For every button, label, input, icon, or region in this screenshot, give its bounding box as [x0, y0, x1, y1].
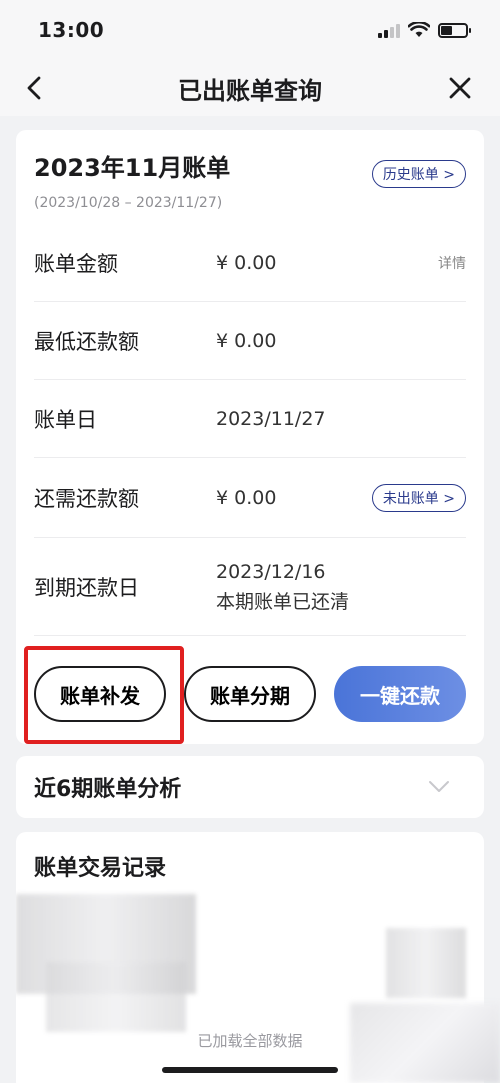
row-bill-amount: 账单金额 ¥ 0.00 详情: [34, 224, 466, 302]
row-label: 还需还款额: [34, 486, 139, 511]
chevron-down-icon[interactable]: [428, 780, 450, 794]
history-bill-button[interactable]: 历史账单 >: [371, 160, 466, 188]
battery-icon: [438, 22, 471, 38]
detail-link[interactable]: 详情: [438, 253, 466, 273]
row-due-date: 到期还款日 2023/12/16 本期账单已还清: [34, 538, 466, 636]
back-arrow-icon[interactable]: [20, 72, 52, 104]
row-label: 账单日: [34, 407, 97, 432]
status-time: 13:00: [38, 18, 105, 42]
status-icons: [378, 22, 471, 38]
row-remaining: 还需还款额 ¥ 0.00 未出账单 >: [34, 458, 466, 538]
row-label: 最低还款额: [34, 329, 139, 354]
row-bill-date: 账单日 2023/11/27: [34, 380, 466, 458]
home-indicator: [162, 1067, 338, 1073]
blurred-record: [46, 962, 186, 1032]
close-icon[interactable]: [444, 72, 476, 104]
bill-header: 2023年11月账单 (2023/10/28 – 2023/11/27) 历史账…: [34, 146, 466, 216]
due-status-value: 本期账单已还清: [216, 590, 350, 613]
row-label: 到期还款日: [34, 575, 139, 600]
blurred-record: [386, 928, 466, 998]
row-value: 2023/11/27: [216, 407, 326, 430]
installment-button[interactable]: 账单分期: [184, 666, 316, 722]
action-buttons: 账单补发 账单分期 一键还款: [24, 646, 466, 744]
row-value: ¥ 0.00: [216, 251, 277, 274]
due-date-value: 2023/12/16: [216, 560, 326, 583]
wifi-icon: [408, 22, 430, 37]
nav-bar: 已出账单查询: [0, 60, 500, 116]
status-bar: 13:00: [0, 0, 500, 60]
one-click-repay-button[interactable]: 一键还款: [334, 666, 466, 722]
blurred-corner: [350, 1003, 500, 1083]
page-title: 已出账单查询: [178, 76, 322, 105]
records-title: 账单交易记录: [34, 856, 167, 881]
row-label: 账单金额: [34, 251, 118, 276]
row-min-payment: 最低还款额 ¥ 0.00: [34, 302, 466, 380]
reissue-bill-button[interactable]: 账单补发: [34, 666, 166, 722]
row-value: ¥ 0.00: [216, 329, 277, 352]
bill-card: 2023年11月账单 (2023/10/28 – 2023/11/27) 历史账…: [16, 130, 484, 744]
analysis-title: 近6期账单分析: [34, 777, 182, 802]
cellular-signal-icon: [378, 22, 400, 38]
bill-title: 2023年11月账单: [34, 154, 231, 182]
unbilled-button[interactable]: 未出账单 >: [371, 483, 466, 512]
analysis-section[interactable]: 近6期账单分析: [16, 756, 484, 818]
bill-date-range: (2023/10/28 – 2023/11/27): [34, 195, 223, 211]
